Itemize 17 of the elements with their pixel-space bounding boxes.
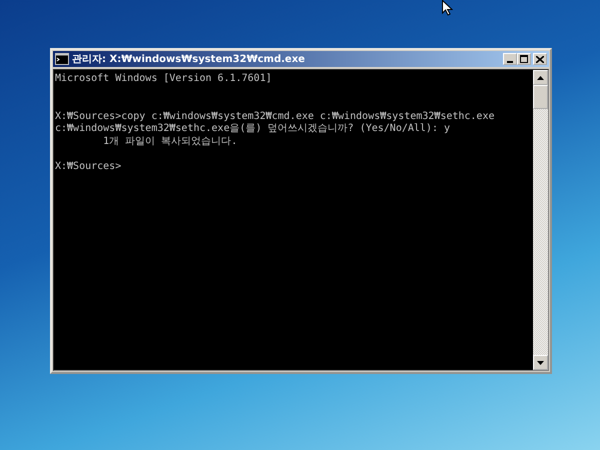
mouse-pointer-icon — [442, 0, 453, 16]
scroll-up-button[interactable] — [533, 70, 548, 85]
minimize-button[interactable] — [503, 53, 517, 65]
console-line: X:₩Sources>copy c:₩windows₩system32₩cmd.exe c:₩windows₩system32₩sethc.exe — [55, 110, 496, 123]
console-line: c:₩windows₩system32₩sethc.exe을(를) 덮어쓰시겠습니까? (Yes/No/All): y — [55, 123, 452, 136]
down-arrow-icon — [537, 360, 544, 364]
console-line: X:₩Sources> — [55, 160, 122, 173]
console-app-icon — [55, 53, 69, 65]
scroll-down-button[interactable] — [533, 355, 548, 370]
close-button[interactable] — [533, 53, 547, 65]
window-title: 관리자: X:₩windows₩system32₩cmd.exe — [72, 53, 306, 66]
vertical-scrollbar[interactable] — [533, 70, 548, 370]
up-arrow-icon — [537, 76, 544, 80]
scrollbar-thumb[interactable] — [533, 85, 548, 109]
console-line: Microsoft Windows [Version 6.1.7601] — [55, 73, 273, 86]
console-line: 1개 파일이 복사되었습니다. — [102, 136, 238, 148]
maximize-button[interactable] — [517, 53, 531, 65]
